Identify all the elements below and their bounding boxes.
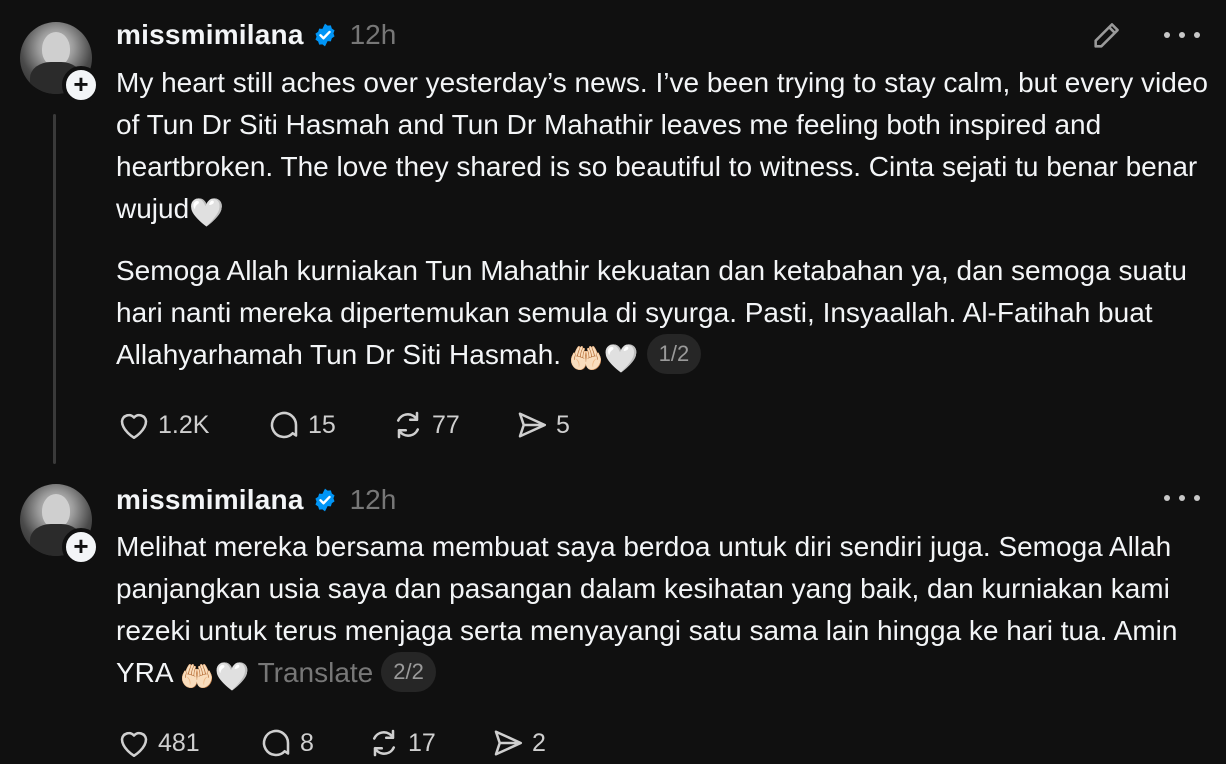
- post-text-paragraph-1: My heart still aches over yesterday’s ne…: [116, 62, 1211, 234]
- verified-badge-icon: [315, 488, 335, 512]
- share-count: 2: [532, 728, 546, 757]
- white-heart-emoji: 🤍: [603, 343, 639, 374]
- palms-up-emoji: 🤲🏻: [179, 661, 215, 692]
- translate-link[interactable]: Translate: [258, 657, 374, 688]
- username[interactable]: missmimilana: [116, 484, 304, 516]
- like-button[interactable]: 481: [116, 725, 258, 761]
- more-options-icon[interactable]: [1164, 491, 1200, 505]
- repost-button[interactable]: 77: [390, 407, 514, 443]
- avatar[interactable]: +: [20, 22, 100, 104]
- white-heart-emoji: 🤍: [214, 661, 250, 692]
- palms-up-emoji: 🤲🏻: [568, 343, 604, 374]
- like-button[interactable]: 1.2K: [116, 407, 266, 443]
- verified-badge-icon: [315, 23, 335, 47]
- repost-count: 77: [432, 410, 460, 439]
- send-icon: [518, 412, 547, 438]
- reply-count: 8: [300, 728, 314, 757]
- repost-count: 17: [408, 728, 436, 757]
- username[interactable]: missmimilana: [116, 19, 304, 51]
- white-heart-emoji: 🤍: [189, 197, 225, 228]
- post-actions: 1.2K 15 77 5: [116, 405, 570, 445]
- thread-page-badge: 1/2: [646, 334, 702, 374]
- post-time: 12h: [349, 484, 397, 515]
- reply-count: 15: [308, 410, 336, 439]
- repost-button[interactable]: 17: [366, 725, 490, 761]
- thread-page-badge: 2/2: [381, 652, 436, 692]
- pencil-icon[interactable]: [1090, 18, 1124, 52]
- like-count: 1.2K: [158, 410, 210, 439]
- reply-button[interactable]: 15: [266, 407, 390, 443]
- comment-icon: [270, 411, 298, 439]
- thread-post-1: + missmimilana 12h My heart still aches …: [0, 0, 1226, 470]
- share-button[interactable]: 5: [514, 407, 570, 443]
- post-actions: 481 8 17 2: [116, 723, 546, 763]
- repost-icon: [372, 729, 396, 757]
- post-text-paragraph-2: Semoga Allah kurniakan Tun Mahathir keku…: [116, 250, 1211, 380]
- share-count: 5: [556, 410, 570, 439]
- follow-plus-icon[interactable]: +: [62, 528, 100, 566]
- post-header: missmimilana 12h: [116, 480, 396, 520]
- post-header: missmimilana 12h: [116, 15, 396, 55]
- reply-button[interactable]: 8: [258, 725, 366, 761]
- avatar[interactable]: +: [20, 484, 100, 566]
- more-options-icon[interactable]: [1164, 28, 1200, 42]
- heart-icon: [120, 413, 148, 440]
- post-text-paragraph-1: Melihat mereka bersama membuat saya berd…: [116, 526, 1211, 698]
- send-icon: [494, 730, 523, 756]
- share-button[interactable]: 2: [490, 725, 546, 761]
- follow-plus-icon[interactable]: +: [62, 66, 100, 104]
- post-time: 12h: [349, 19, 397, 50]
- heart-icon: [120, 731, 148, 758]
- post-text: My heart still aches over yesterday’s ne…: [116, 67, 1208, 224]
- like-count: 481: [158, 728, 200, 757]
- thread-post-2: + missmimilana 12h Melihat mereka bersam…: [0, 470, 1226, 764]
- comment-icon: [262, 729, 290, 757]
- thread-connector-line: [53, 114, 56, 464]
- repost-icon: [396, 411, 420, 439]
